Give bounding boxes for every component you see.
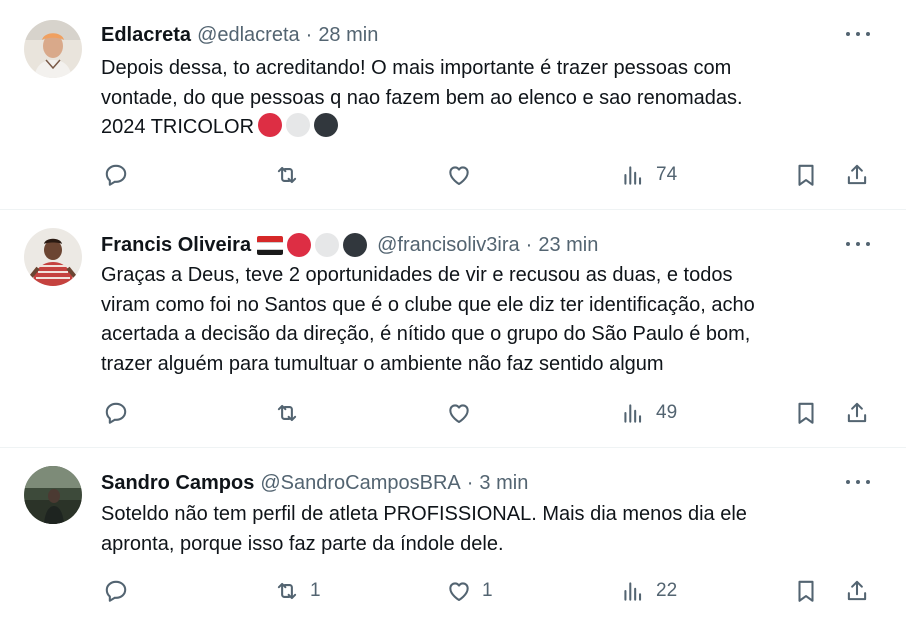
bookmark-button[interactable] — [793, 398, 819, 428]
tweet[interactable]: Francis Oliveira @francisoliv3ira · 23 m… — [0, 210, 906, 447]
views-icon — [620, 400, 646, 426]
display-name[interactable]: Edlacreta — [101, 24, 191, 47]
sao-paulo-flag-emoji — [257, 235, 284, 255]
bookmark-icon — [793, 162, 819, 188]
share-button[interactable] — [844, 398, 870, 428]
share-button[interactable] — [844, 576, 870, 606]
views-count: 49 — [656, 402, 678, 423]
timestamp[interactable]: 3 min — [479, 472, 528, 495]
tweet-text-line: Depois dessa, to acreditando! O mais imp… — [101, 57, 732, 79]
tweet-text-line: Soteldo não tem perfil de atleta PROFISS… — [101, 503, 747, 525]
share-icon — [844, 578, 870, 604]
repost-icon — [274, 400, 300, 426]
action-bar: 49 — [101, 398, 891, 428]
tweet-text-line: trazer alguém para tumultuar o ambiente … — [101, 352, 664, 375]
views-count: 22 — [656, 580, 678, 601]
reply-button[interactable] — [103, 160, 129, 190]
action-bar: 74 — [101, 160, 891, 190]
tweet-text-line: viram como foi no Santos que é o clube q… — [101, 293, 755, 316]
avatar[interactable] — [24, 20, 82, 78]
more-icon[interactable] — [846, 472, 870, 492]
reply-icon — [103, 578, 129, 604]
avatar[interactable] — [24, 466, 82, 524]
tweet-text-line: vontade, do que pessoas q nao fazem bem … — [101, 86, 743, 109]
like-icon — [446, 162, 472, 188]
avatar[interactable] — [24, 228, 82, 286]
tweet-text-line: Graças a Deus, teve 2 oportunidades de v… — [101, 264, 733, 286]
user-handle[interactable]: @francisoliv3ira — [377, 234, 520, 257]
bookmark-button[interactable] — [793, 576, 819, 606]
red-circle-emoji — [287, 233, 312, 257]
tweet-text-line: 2024 TRICOLOR — [101, 113, 891, 143]
black-circle-emoji — [314, 113, 339, 137]
like-icon — [446, 400, 472, 426]
user-handle[interactable]: @edlacreta — [197, 24, 300, 47]
repost-count: 1 — [310, 580, 321, 601]
tweet-text: Soteldo não tem perfil de atleta PROFISS… — [101, 500, 891, 559]
views-button[interactable]: 49 — [620, 398, 677, 428]
repost-button[interactable] — [274, 160, 300, 190]
reply-button[interactable] — [103, 576, 129, 606]
bookmark-button[interactable] — [793, 160, 819, 190]
views-icon — [620, 578, 646, 604]
tweet-text-segment: 2024 TRICOLOR — [101, 116, 255, 138]
views-button[interactable]: 22 — [620, 576, 677, 606]
separator-dot: · — [525, 233, 533, 256]
tweet-text: Depois dessa, to acreditando! O mais imp… — [101, 54, 891, 143]
timestamp[interactable]: 28 min — [318, 24, 378, 47]
views-count: 74 — [656, 164, 678, 185]
reply-icon — [103, 162, 129, 188]
reply-button[interactable] — [103, 398, 129, 428]
user-handle[interactable]: @SandroCamposBRA — [260, 472, 460, 495]
tweet-header: Francis Oliveira @francisoliv3ira · 23 m… — [101, 232, 846, 258]
red-circle-emoji — [258, 113, 283, 137]
bookmark-icon — [793, 400, 819, 426]
more-icon[interactable] — [846, 24, 870, 44]
like-button[interactable]: 1 — [446, 576, 493, 606]
display-name[interactable]: Sandro Campos — [101, 472, 254, 495]
white-circle-emoji — [286, 113, 311, 137]
repost-icon — [274, 162, 300, 188]
tweet-header: Edlacreta @edlacreta · 28 min — [101, 22, 846, 48]
reply-icon — [103, 400, 129, 426]
black-circle-emoji — [343, 233, 368, 257]
like-button[interactable] — [446, 160, 472, 190]
repost-button[interactable]: 1 — [274, 576, 321, 606]
share-icon — [844, 400, 870, 426]
tweet-text-line: apronta, porque isso faz parte da índole… — [101, 532, 504, 555]
tweet-text-line: acertada a decisão da direção, é nítido … — [101, 323, 751, 345]
repost-button[interactable] — [274, 398, 300, 428]
repost-icon — [274, 578, 300, 604]
tweet-text: Graças a Deus, teve 2 oportunidades de v… — [101, 261, 891, 379]
share-icon — [844, 162, 870, 188]
like-button[interactable] — [446, 398, 472, 428]
timestamp[interactable]: 23 min — [538, 234, 598, 257]
bookmark-icon — [793, 578, 819, 604]
more-icon[interactable] — [846, 234, 870, 254]
views-icon — [620, 162, 646, 188]
views-button[interactable]: 74 — [620, 160, 677, 190]
action-bar: 1 1 22 — [101, 576, 891, 606]
display-name[interactable]: Francis Oliveira — [101, 234, 251, 257]
tweet[interactable]: Sandro Campos @SandroCamposBRA · 3 min S… — [0, 448, 906, 621]
separator-dot: · — [305, 23, 313, 46]
separator-dot: · — [466, 471, 474, 494]
tweet[interactable]: Edlacreta @edlacreta · 28 min Depois des… — [0, 0, 906, 208]
tweet-header: Sandro Campos @SandroCamposBRA · 3 min — [101, 470, 846, 496]
share-button[interactable] — [844, 160, 870, 190]
like-icon — [446, 578, 472, 604]
white-circle-emoji — [315, 233, 340, 257]
like-count: 1 — [482, 580, 493, 601]
